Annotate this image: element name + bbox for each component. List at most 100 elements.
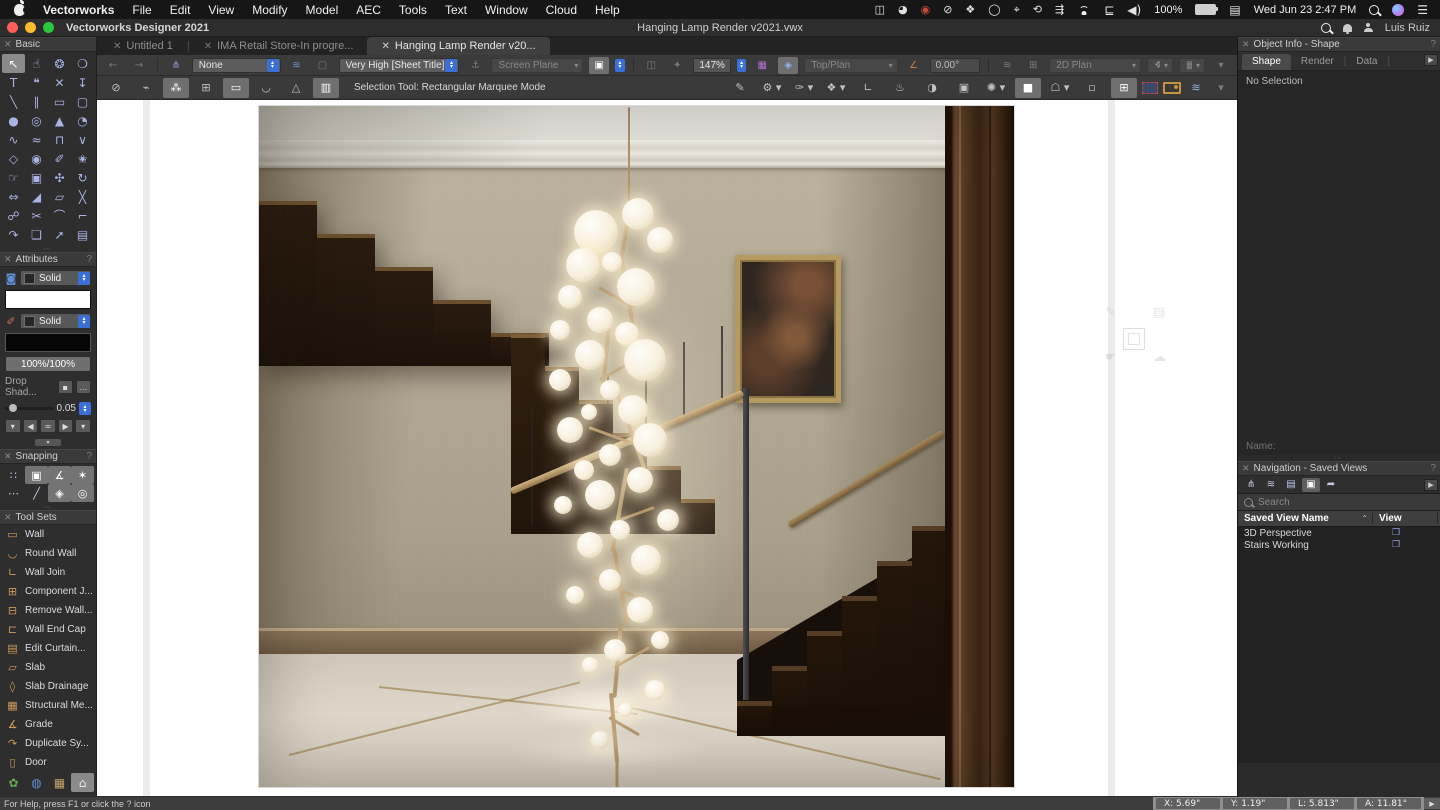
attr-link-button[interactable]: ∞ xyxy=(40,419,56,433)
zoom-window-button[interactable] xyxy=(43,22,54,33)
help-icon[interactable]: ? xyxy=(86,254,92,265)
class-stepper[interactable] xyxy=(267,59,279,72)
circle-app-icon[interactable]: ◯ xyxy=(988,3,1000,16)
shutdown-icon[interactable]: ⊘ xyxy=(943,3,952,16)
drop-shadow-toggle-button[interactable]: ▪ xyxy=(58,380,73,394)
shear-tool-icon[interactable]: ◢ xyxy=(25,187,48,206)
menu-tools[interactable]: Tools xyxy=(399,3,427,17)
menu-cloud[interactable]: Cloud xyxy=(546,3,577,17)
clip-cube-icon[interactable]: ▣ xyxy=(951,78,977,98)
selection-frame-icon[interactable]: ▫ xyxy=(1079,78,1105,98)
marquee-mode-icon[interactable]: ▭ xyxy=(223,78,249,98)
help-icon[interactable]: ? xyxy=(1430,39,1436,50)
camera-frame-icon[interactable] xyxy=(1163,82,1181,94)
object-handles-icon[interactable]: ⊞ xyxy=(193,78,219,98)
tab-data[interactable]: Data xyxy=(1346,54,1387,70)
navigation-header[interactable]: ✕ Navigation - Saved Views ? xyxy=(1238,461,1440,476)
grid-settings-icon[interactable]: ⊞ xyxy=(1023,57,1043,74)
airbrush-tool-icon[interactable]: ✐ xyxy=(48,149,71,168)
push-pull-tool-icon[interactable]: ↧ xyxy=(71,73,94,92)
wifi-icon[interactable] xyxy=(1077,5,1091,15)
snap-angle-icon[interactable]: ∡ xyxy=(48,466,71,484)
render-quality-dropdown[interactable]: Very High [Sheet Title] xyxy=(339,58,460,73)
menu-modify[interactable]: Modify xyxy=(252,3,287,17)
sort-ascending-icon[interactable]: ⌃ xyxy=(1361,514,1368,523)
title-search-icon[interactable] xyxy=(1321,23,1331,33)
render-quality-stepper[interactable] xyxy=(445,59,457,72)
saved-view-row[interactable]: 3D Perspective❒ xyxy=(1238,527,1440,539)
single-selection-icon[interactable]: ⌁ xyxy=(133,78,159,98)
locus-tool-icon[interactable]: ✕ xyxy=(48,73,71,92)
polygon-regular-tool-icon[interactable]: ▲ xyxy=(48,111,71,130)
toolset-slab-drainage[interactable]: ◊Slab Drainage xyxy=(0,677,96,696)
modebar-overflow-icon[interactable]: ▾ xyxy=(1211,79,1231,96)
attr-next-set-button[interactable]: ▾ xyxy=(75,419,91,433)
menu-aec[interactable]: AEC xyxy=(356,3,381,17)
toolset-cat-site[interactable]: ✿ xyxy=(2,773,25,792)
saved-view-row[interactable]: Stairs Working❒ xyxy=(1238,539,1440,551)
screen-record-icon[interactable]: ◫ xyxy=(875,3,885,16)
toolset-slab[interactable]: ▱Slab xyxy=(0,658,96,677)
help-icon[interactable]: ? xyxy=(86,451,92,462)
eyedropper-tool-icon[interactable]: ☞ xyxy=(2,168,25,187)
help-icon[interactable]: ? xyxy=(1430,463,1436,474)
snap-tangent-icon[interactable]: ◈ xyxy=(48,484,71,502)
unified-view-stepper[interactable] xyxy=(615,59,624,72)
lasso-mode-icon[interactable]: ◡ xyxy=(253,78,279,98)
drop-shadow-slider[interactable] xyxy=(5,407,54,410)
vertex-tool-icon[interactable]: ∨ xyxy=(71,130,94,149)
menu-text[interactable]: Text xyxy=(445,3,467,17)
polyline-tool-icon[interactable]: ≈ xyxy=(25,130,48,149)
volume-icon[interactable]: ◀) xyxy=(1127,4,1141,16)
tab-untitled-1[interactable]: ✕ Untitled 1 xyxy=(99,37,187,55)
nav-classes-icon[interactable]: ⋔ xyxy=(1242,478,1260,492)
notification-center-icon[interactable]: ☰ xyxy=(1417,4,1428,16)
unified-view-icon[interactable]: ▣ xyxy=(589,57,609,74)
saved-view-camera-icon[interactable]: ◫ xyxy=(641,57,661,74)
basic-palette-header[interactable]: ✕ Basic xyxy=(0,37,96,52)
opacity-button[interactable]: 100%/100% xyxy=(5,356,91,372)
window-grid-icon[interactable]: ▦ xyxy=(752,57,772,74)
attr-back-button[interactable]: ◀ xyxy=(23,419,39,433)
column-view[interactable]: View xyxy=(1373,513,1437,524)
close-icon[interactable]: ✕ xyxy=(1242,40,1250,50)
mirror-tool-icon[interactable]: ⇔ xyxy=(2,187,25,206)
nav-sheet-layers-icon[interactable]: ▤ xyxy=(1282,478,1300,492)
layer-options-icon[interactable]: ▢ xyxy=(313,57,333,74)
close-window-button[interactable] xyxy=(7,22,18,33)
plan-rotation-dropdown[interactable]: 2D Plan xyxy=(1049,58,1141,73)
toolset-wall-join[interactable]: ∟Wall Join xyxy=(0,563,96,582)
close-icon[interactable]: ✕ xyxy=(4,452,12,462)
attributes-palette-header[interactable]: ✕ Attributes ? xyxy=(0,252,96,267)
menu-bar-clock[interactable]: Wed Jun 23 2:47 PM xyxy=(1254,4,1357,16)
snap-grid-icon[interactable]: ∷ xyxy=(2,466,25,484)
statusbar-expand-icon[interactable]: ▶ xyxy=(1424,798,1440,809)
tab-shape[interactable]: Shape xyxy=(1242,54,1291,70)
working-plane-icon[interactable]: ◈ xyxy=(778,57,798,74)
menu-view[interactable]: View xyxy=(208,3,234,17)
chamfer-tool-icon[interactable]: ⌐ xyxy=(71,206,94,225)
shown-objects-icon[interactable]: ❖ ▾ xyxy=(823,78,849,98)
menu-window[interactable]: Window xyxy=(485,3,528,17)
close-icon[interactable]: ✕ xyxy=(4,255,12,265)
fill-style-dropdown[interactable]: Solid xyxy=(20,270,91,286)
multi-view-icon[interactable]: ⊞ xyxy=(1111,78,1137,98)
snap-distance-icon[interactable]: ⋯ xyxy=(2,484,25,502)
time-machine-icon[interactable]: ⟲ xyxy=(1033,3,1042,16)
settings-gear-icon[interactable]: ⚙ ▾ xyxy=(759,78,785,98)
multiple-selection-icon[interactable]: ⁂ xyxy=(163,78,189,98)
nav-references-icon[interactable]: ➦ xyxy=(1322,478,1340,492)
text-tool-icon[interactable]: T xyxy=(2,73,25,92)
toolset-remove-wall[interactable]: ⊟Remove Wall... xyxy=(0,601,96,620)
arc-tool-icon[interactable]: ◔ xyxy=(71,111,94,130)
flat-shading-icon[interactable]: ■ xyxy=(1015,78,1041,98)
split-tool-icon[interactable]: ✂ xyxy=(25,206,48,225)
slider-knob[interactable] xyxy=(9,404,17,412)
connect-tool-icon[interactable]: ☍ xyxy=(2,206,25,225)
close-icon[interactable]: ✕ xyxy=(4,513,12,523)
crop-visible-icon[interactable] xyxy=(1142,82,1158,94)
back-icon[interactable]: ← xyxy=(103,57,123,74)
camera-view-icon[interactable]: ☖ ▾ xyxy=(1047,78,1073,98)
trim-tool-icon[interactable]: ╳ xyxy=(71,187,94,206)
line-tool-icon[interactable]: ╲ xyxy=(2,92,25,111)
